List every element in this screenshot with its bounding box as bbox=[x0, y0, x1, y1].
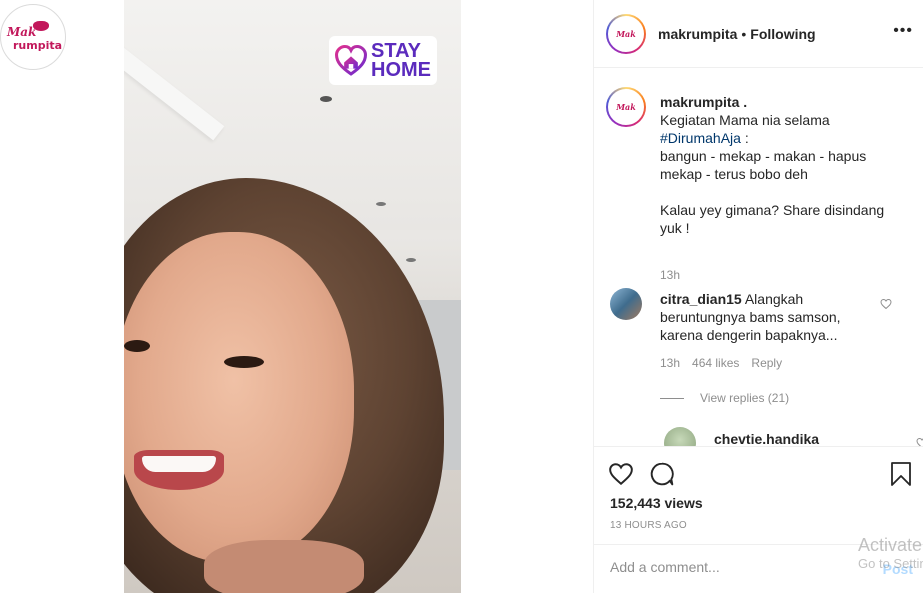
following-button[interactable]: Following bbox=[750, 26, 815, 42]
watermark-line1: Activate bbox=[858, 535, 923, 555]
replies-divider bbox=[660, 397, 684, 399]
video-ceiling-light bbox=[376, 202, 386, 206]
view-count[interactable]: 152,443 views bbox=[610, 495, 703, 511]
video-person-teeth bbox=[142, 456, 216, 472]
reply-avatar[interactable] bbox=[664, 427, 696, 446]
view-replies-label: View replies (21) bbox=[700, 391, 790, 405]
video-person-eye bbox=[224, 356, 264, 368]
video-ceiling-light bbox=[406, 258, 416, 262]
avatar-logo: Mak bbox=[608, 15, 644, 52]
caption-text: makrumpita . Kegiatan Mama nia selama #D… bbox=[660, 93, 900, 237]
os-activation-watermark: Activate Go to Settings bbox=[858, 534, 923, 572]
header-username[interactable]: makrumpita bbox=[658, 26, 737, 42]
caption-body: bangun - mekap - makan - hapus mekap - t… bbox=[660, 148, 885, 236]
more-horizontal-icon[interactable]: ••• bbox=[893, 23, 913, 39]
stay-home-sticker: STAY HOME bbox=[329, 36, 437, 85]
comment-username[interactable]: citra_dian15 bbox=[660, 291, 742, 307]
video-ceiling-light bbox=[320, 96, 332, 102]
avatar[interactable]: Mak bbox=[606, 13, 646, 54]
comment-avatar[interactable] bbox=[610, 288, 642, 320]
post-timestamp[interactable]: 13 HOURS AGO bbox=[610, 520, 687, 531]
comment-input[interactable] bbox=[610, 559, 840, 575]
comment-heart-icon[interactable] bbox=[880, 298, 892, 310]
brand-logo[interactable]: Mak rumpita bbox=[0, 4, 66, 70]
watermark-line2: Go to Settings bbox=[858, 556, 923, 571]
sticker-text: STAY HOME bbox=[371, 39, 431, 81]
video-player[interactable] bbox=[124, 0, 461, 593]
reply-username[interactable]: chevtie.handika bbox=[714, 431, 819, 446]
heart-house-icon bbox=[335, 44, 367, 76]
video-person-neck bbox=[204, 540, 364, 593]
comment-likes[interactable]: 464 likes bbox=[692, 356, 739, 370]
logo-text-line1: Mak bbox=[7, 25, 37, 39]
post-actions: 152,443 views 13 HOURS AGO bbox=[594, 446, 923, 544]
view-replies-button[interactable]: View replies (21) bbox=[660, 391, 789, 405]
comment-meta: 13h 464 likes Reply bbox=[660, 356, 782, 370]
comment-bubble-icon[interactable] bbox=[649, 461, 675, 487]
caption-avatar[interactable]: Mak bbox=[606, 87, 646, 127]
caption-timestamp[interactable]: 13h bbox=[660, 268, 680, 282]
caption-line1: Kegiatan Mama nia selama bbox=[660, 112, 830, 128]
post-header: Mak makrumpita • Following ••• bbox=[594, 0, 923, 68]
caption-username[interactable]: makrumpita . bbox=[660, 94, 747, 110]
comments-list[interactable]: Mak makrumpita . Kegiatan Mama nia selam… bbox=[594, 69, 923, 446]
hashtag-link[interactable]: #DirumahAja bbox=[660, 130, 741, 146]
video-person-face bbox=[124, 232, 354, 562]
like-heart-icon[interactable] bbox=[608, 461, 634, 487]
reply-heart-icon[interactable] bbox=[916, 437, 923, 446]
avatar-logo-text: Mak bbox=[616, 28, 636, 39]
caption-hashtag-suffix: : bbox=[740, 130, 749, 146]
avatar-logo-text: Mak bbox=[616, 102, 636, 112]
bookmark-icon[interactable] bbox=[889, 461, 913, 487]
header-separator: • bbox=[741, 25, 747, 42]
comment-text: citra_dian15 Alangkah beruntungnya bams … bbox=[660, 290, 870, 344]
post-panel: Mak makrumpita • Following ••• Mak makru… bbox=[593, 0, 923, 593]
comment-time[interactable]: 13h bbox=[660, 356, 680, 370]
sticker-text-line2: HOME bbox=[371, 58, 431, 81]
sticker-text-line1: STAY bbox=[371, 39, 422, 62]
logo-text-line2: rumpita bbox=[13, 39, 63, 52]
avatar-logo: Mak bbox=[608, 89, 644, 125]
reply-button[interactable]: Reply bbox=[751, 356, 782, 370]
video-person-eye bbox=[124, 340, 150, 352]
